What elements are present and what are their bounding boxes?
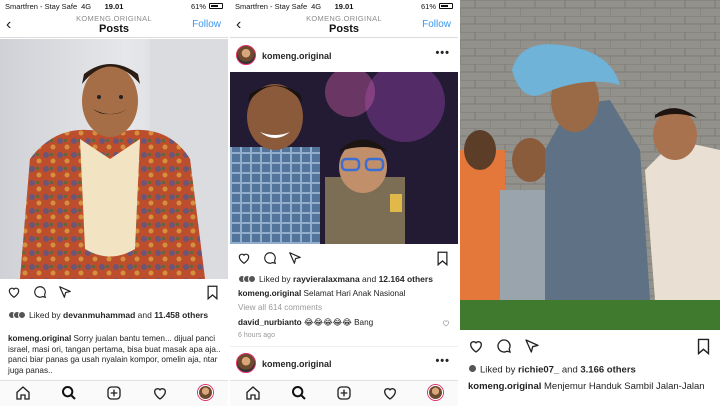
follow-button[interactable]: Follow bbox=[422, 19, 451, 30]
status-bar: Smartfren - Stay Safe 4G 19.01 61% bbox=[0, 0, 228, 12]
caption: komeng.original Selamat Hari Anak Nasion… bbox=[238, 289, 452, 300]
liked-by-user[interactable]: devanmuhammad bbox=[63, 310, 135, 320]
post-photo[interactable] bbox=[460, 0, 720, 330]
liked-by-user[interactable]: richie07_ bbox=[518, 365, 559, 376]
bottom-tab-bar bbox=[0, 380, 228, 406]
top-nav: ‹ KOMENG.ORIGINAL Posts Follow bbox=[230, 12, 458, 38]
follow-button[interactable]: Follow bbox=[192, 19, 221, 30]
heart-icon[interactable] bbox=[468, 338, 484, 354]
caption: komeng.original Menjemur Handuk Sambil J… bbox=[468, 381, 714, 393]
next-post-header: komeng.original ••• bbox=[230, 346, 458, 378]
share-icon[interactable] bbox=[288, 251, 302, 265]
home-icon[interactable] bbox=[15, 385, 31, 401]
comment-heart-icon[interactable] bbox=[442, 319, 450, 327]
post-author-username[interactable]: komeng.original bbox=[262, 51, 332, 61]
action-bar bbox=[460, 338, 720, 358]
comment-text: 😂😂😂😂😂 Bang bbox=[301, 318, 374, 327]
comment-icon[interactable] bbox=[496, 338, 512, 354]
likes-count[interactable]: 11.458 others bbox=[154, 310, 208, 320]
likes-count[interactable]: 3.166 others bbox=[580, 365, 635, 376]
search-icon[interactable] bbox=[291, 385, 307, 401]
more-icon[interactable]: ••• bbox=[435, 47, 450, 59]
heart-icon[interactable] bbox=[237, 251, 251, 265]
post-panel-1: Smartfren - Stay Safe 4G 19.01 61% ‹ KOM… bbox=[0, 0, 228, 406]
action-bar bbox=[0, 285, 228, 305]
home-icon[interactable] bbox=[245, 385, 261, 401]
post-panel-3: Liked by richie07_ and 3.166 others kome… bbox=[460, 0, 720, 406]
action-bar bbox=[230, 251, 458, 271]
likes-line: Liked by rayvieralaxmana and 12.164 othe… bbox=[238, 274, 452, 285]
comment-username[interactable]: david_nurbianto bbox=[238, 318, 302, 327]
network-label: 4G bbox=[311, 1, 322, 11]
bookmark-icon[interactable] bbox=[696, 338, 711, 355]
liker-avatars bbox=[468, 364, 477, 376]
comment-icon[interactable] bbox=[33, 285, 47, 299]
battery-percent: 61% bbox=[420, 1, 436, 11]
battery-percent: 61% bbox=[190, 1, 206, 11]
caption-username[interactable]: komeng.original bbox=[8, 334, 71, 343]
add-icon[interactable] bbox=[336, 385, 352, 401]
comment-icon[interactable] bbox=[263, 251, 277, 265]
likes-line: Liked by richie07_ and 3.166 others bbox=[468, 364, 714, 376]
battery-icon bbox=[439, 3, 453, 9]
activity-icon[interactable] bbox=[382, 385, 398, 401]
caption: komeng.original Sorry jualan bantu temen… bbox=[8, 334, 222, 376]
likes-line: Liked by devanmuhammad and 11.458 others bbox=[8, 310, 222, 321]
liked-by-label: Liked by bbox=[480, 364, 519, 376]
back-chevron-icon[interactable]: ‹ bbox=[6, 16, 11, 34]
next-post-username[interactable]: komeng.original bbox=[262, 359, 332, 369]
timestamp: 6 hours ago bbox=[238, 332, 275, 339]
carrier-label: Smartfren - Stay Safe bbox=[235, 1, 308, 11]
bookmark-icon[interactable] bbox=[436, 251, 449, 266]
share-icon[interactable] bbox=[524, 338, 540, 354]
bookmark-icon[interactable] bbox=[206, 285, 219, 300]
liked-by-user[interactable]: rayvieralaxmana bbox=[293, 274, 360, 284]
clock: 19.01 bbox=[334, 1, 354, 11]
top-nav: ‹ KOMENG.ORIGINAL Posts Follow bbox=[0, 12, 228, 38]
post-photo[interactable] bbox=[230, 72, 458, 244]
view-comments-link[interactable]: View all 614 comments bbox=[238, 303, 452, 314]
add-icon[interactable] bbox=[106, 385, 122, 401]
caption-text: Selamat Hari Anak Nasional bbox=[301, 289, 406, 298]
battery-icon bbox=[209, 3, 223, 9]
more-icon[interactable]: ••• bbox=[435, 355, 450, 367]
post-author-avatar[interactable] bbox=[236, 45, 256, 65]
status-bar: Smartfren - Stay Safe 4G 19.01 61% bbox=[230, 0, 458, 12]
bottom-tab-bar bbox=[230, 380, 458, 406]
caption-username[interactable]: komeng.original bbox=[468, 381, 541, 392]
liked-by-label: Liked by bbox=[259, 274, 294, 284]
liked-by-label: Liked by bbox=[29, 310, 64, 320]
heart-icon[interactable] bbox=[7, 285, 21, 299]
and-label: and bbox=[359, 274, 379, 284]
profile-avatar-icon[interactable] bbox=[198, 385, 213, 400]
back-chevron-icon[interactable]: ‹ bbox=[236, 16, 241, 34]
post-photo[interactable] bbox=[0, 39, 228, 279]
profile-avatar-icon[interactable] bbox=[428, 385, 443, 400]
network-label: 4G bbox=[81, 1, 92, 11]
share-icon[interactable] bbox=[58, 285, 72, 299]
carrier-label: Smartfren - Stay Safe bbox=[5, 1, 78, 11]
comment-row: david_nurbianto 😂😂😂😂😂 Bang bbox=[238, 318, 452, 329]
clock: 19.01 bbox=[104, 1, 124, 11]
post-panel-2: Smartfren - Stay Safe 4G 19.01 61% ‹ KOM… bbox=[230, 0, 458, 406]
activity-icon[interactable] bbox=[152, 385, 168, 401]
likes-count[interactable]: 12.164 others bbox=[379, 274, 433, 284]
liker-avatars bbox=[238, 274, 256, 285]
caption-text: Menjemur Handuk Sambil Jalan-Jalan bbox=[541, 381, 705, 392]
post-header: komeng.original ••• bbox=[230, 42, 458, 70]
liker-avatars bbox=[8, 310, 26, 321]
and-label: and bbox=[135, 310, 155, 320]
search-icon[interactable] bbox=[61, 385, 77, 401]
and-label: and bbox=[559, 364, 581, 376]
next-post-avatar[interactable] bbox=[236, 353, 256, 373]
caption-username[interactable]: komeng.original bbox=[238, 289, 301, 298]
